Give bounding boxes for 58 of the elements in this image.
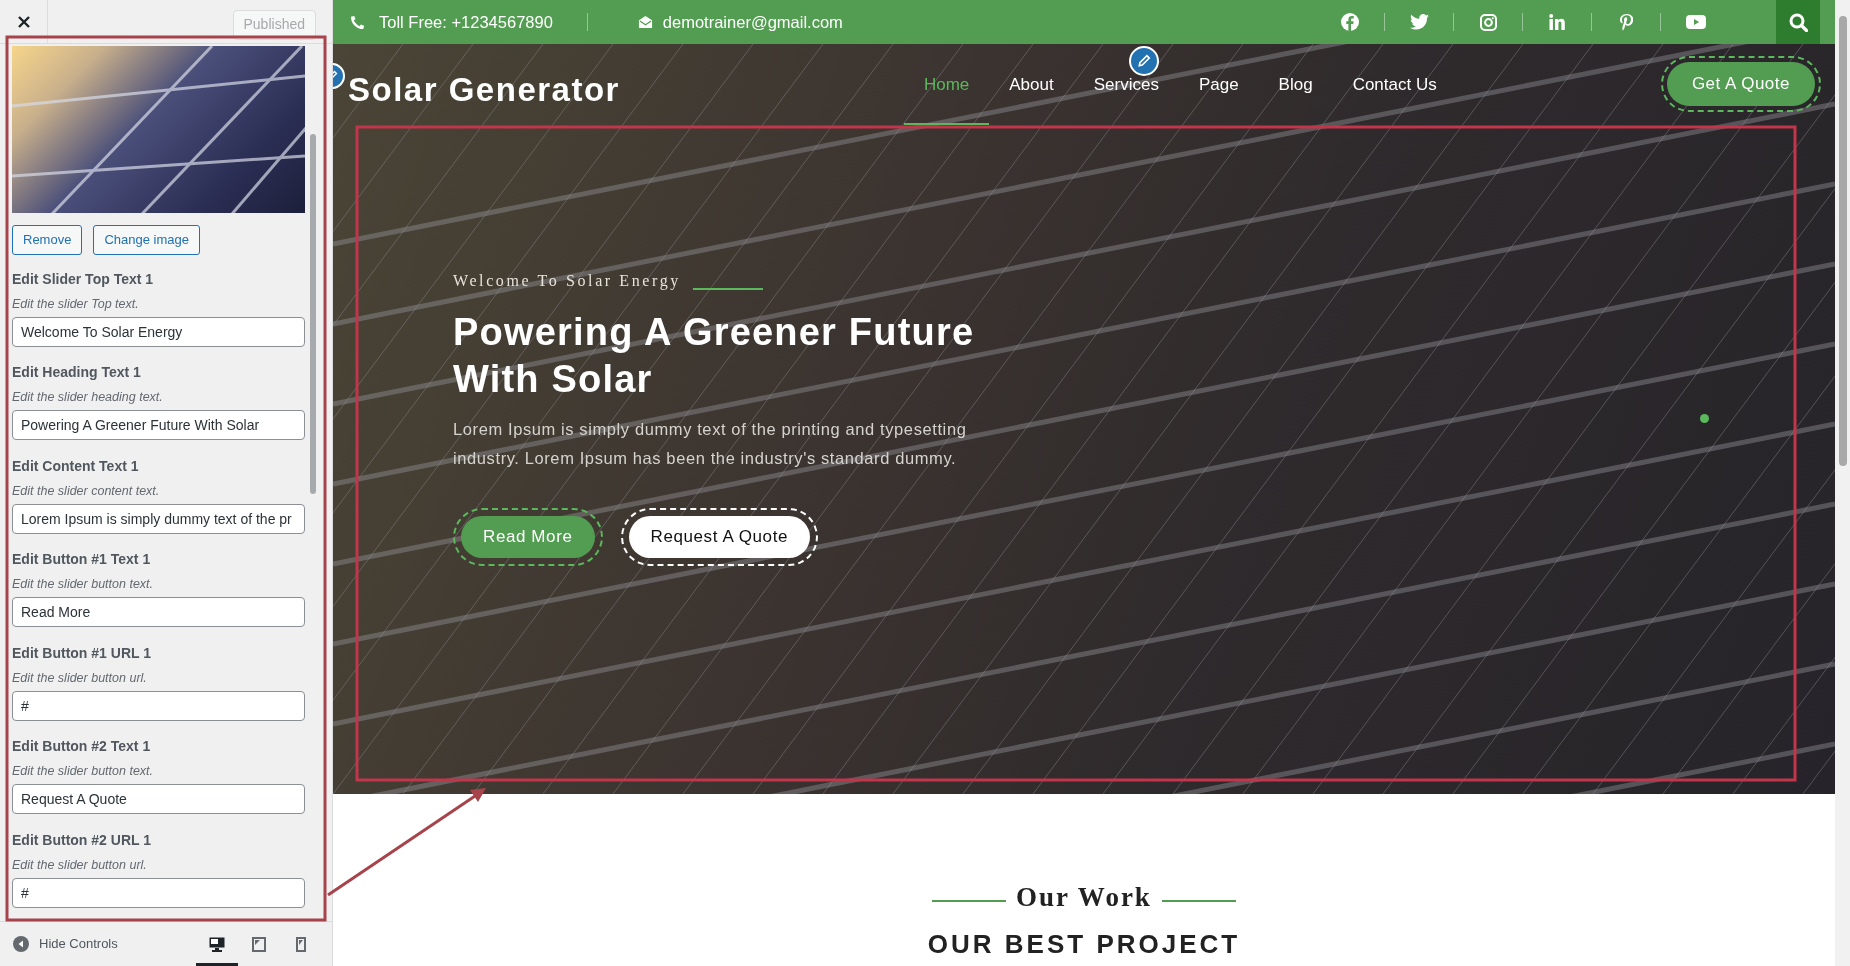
section-subtitle: Our Work — [1016, 881, 1152, 914]
pinterest-icon[interactable] — [1619, 13, 1633, 31]
nav-link[interactable]: Contact Us — [1332, 44, 1457, 125]
email-text: demotrainer@gmail.com — [662, 11, 843, 33]
section-title: OUR BEST PROJECT — [927, 929, 1241, 958]
close-icon — [17, 15, 30, 28]
field-label: Edit Heading Text 1 — [12, 363, 142, 383]
field-description: Edit the slider button url. — [12, 669, 148, 687]
linkedin-icon[interactable] — [1549, 14, 1565, 30]
field-description: Edit the slider Top text. — [12, 296, 140, 313]
hero-text: Lorem Ipsum is simply dummy text of the printing and typesetting industry. Lorem Ipsum has been the industry's standard dummy. — [453, 419, 968, 469]
field-label: Edit Content Text 1 — [12, 456, 140, 476]
field-description: Edit the slider button text. — [12, 763, 155, 781]
text-field[interactable]: Powering A Greener Future With Solar — [12, 410, 305, 441]
hero-button[interactable]: Request A Quote — [628, 516, 811, 558]
search-icon — [1788, 12, 1808, 32]
field-description: Edit the slider button text. — [12, 576, 155, 594]
mobile-icon — [296, 936, 306, 952]
scrollbar[interactable] — [310, 134, 316, 494]
image-button[interactable]: Remove — [12, 225, 83, 255]
envelope-icon — [637, 15, 653, 29]
field-label: Edit Button #2 Text 1 — [12, 737, 152, 757]
text-field[interactable]: Welcome To Solar Energy — [12, 317, 305, 347]
image-button[interactable]: Change image — [93, 225, 200, 255]
phone-icon — [350, 14, 365, 30]
text-field[interactable]: # — [12, 690, 305, 721]
phone-text: Toll Free: +1234567890 — [379, 11, 553, 33]
site-logo[interactable]: Solar Generator — [348, 65, 620, 115]
youtube-icon[interactable] — [1685, 15, 1706, 29]
nav-link[interactable]: Blog — [1258, 44, 1333, 125]
nav-link[interactable]: Services — [1073, 44, 1179, 125]
field-label: Edit Button #1 URL 1 — [12, 643, 152, 663]
field-label: Edit Button #2 URL 1 — [12, 830, 152, 850]
search-button[interactable] — [1776, 0, 1820, 44]
pencil-icon — [1136, 54, 1151, 68]
hide-controls-button[interactable]: Hide Controls — [13, 934, 118, 954]
field-description: Edit the slider content text. — [12, 482, 161, 500]
edit-button[interactable] — [1128, 46, 1159, 76]
facebook-icon[interactable] — [1341, 13, 1359, 31]
text-field[interactable]: Read More — [12, 597, 305, 628]
scrollbar[interactable] — [1835, 0, 1850, 966]
field-label: Edit Button #1 Text 1 — [12, 550, 152, 570]
text-field[interactable]: Lorem Ipsum is simply dummy text of the pr — [12, 503, 305, 534]
field-description: Edit the slider heading text. — [12, 389, 164, 407]
field-label: Edit Slider Top Text 1 — [12, 270, 155, 289]
instagram-icon[interactable] — [1479, 13, 1497, 31]
tablet-icon — [252, 936, 266, 952]
text-field[interactable]: # — [12, 877, 305, 908]
desktop-icon — [209, 936, 225, 952]
nav-link[interactable]: Page — [1178, 44, 1259, 125]
nav-link[interactable]: Home — [903, 44, 990, 125]
text-field[interactable]: Request A Quote — [12, 784, 305, 815]
twitter-icon[interactable] — [1409, 14, 1429, 30]
hero-heading: Powering A Greener Future With Solar — [453, 310, 976, 402]
hero-top-text: Welcome To Solar Energy — [453, 271, 681, 292]
field-description: Edit the slider button url. — [12, 856, 148, 874]
nav-link[interactable]: About — [989, 44, 1074, 125]
collapse-icon — [13, 936, 29, 952]
